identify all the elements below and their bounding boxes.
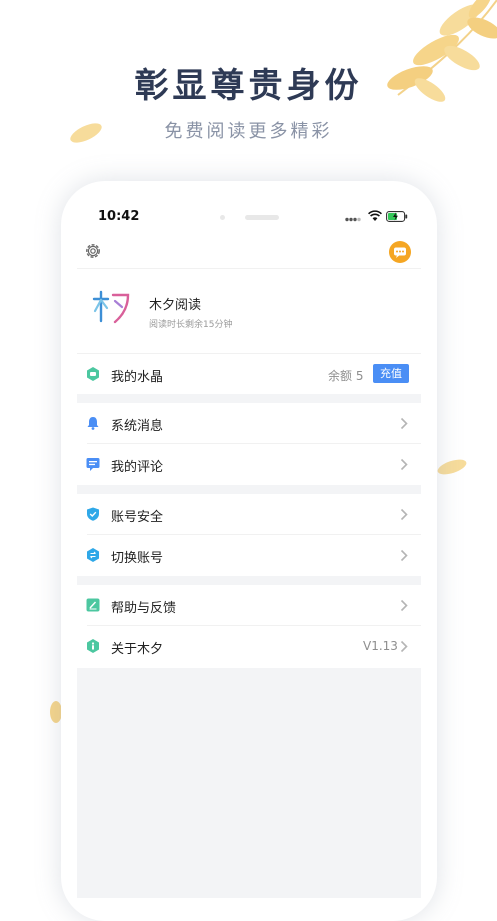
switch-account-icon: [87, 548, 99, 562]
reading-time-remaining: 阅读时长剩余15分钟: [149, 320, 233, 330]
status-bar: 10:42: [77, 198, 421, 234]
system-messages-row[interactable]: 系统消息: [77, 403, 421, 443]
speaker-bar: [245, 215, 279, 220]
chat-bubble-icon[interactable]: [388, 240, 412, 264]
about-info-icon: [87, 639, 99, 653]
chevron-right-icon: [400, 549, 408, 562]
system-messages-label: 系统消息: [111, 419, 164, 434]
chevron-right-icon: [400, 599, 408, 612]
about-row[interactable]: 关于木夕 V1.13: [77, 626, 421, 666]
chevron-right-icon: [400, 458, 408, 471]
promo-headline: 彰显尊贵身份: [134, 66, 363, 106]
chevron-right-icon: [400, 508, 408, 521]
account-security-row[interactable]: 账号安全: [77, 494, 421, 534]
crystal-balance: 余额 5: [328, 369, 364, 383]
recharge-button[interactable]: 充值: [373, 364, 409, 383]
help-feedback-label: 帮助与反馈: [111, 601, 177, 616]
bell-icon: [87, 417, 99, 430]
profile-card[interactable]: 木夕阅读 阅读时长剩余15分钟: [77, 269, 421, 354]
profile-name: 木夕阅读: [149, 298, 202, 313]
gear-icon[interactable]: [83, 241, 103, 261]
my-comments-row[interactable]: 我的评论: [77, 444, 421, 484]
status-time: 10:42: [98, 209, 140, 224]
my-crystals-label: 我的水晶: [111, 370, 164, 385]
switch-account-label: 切换账号: [111, 551, 164, 566]
signal-icon: [345, 217, 361, 222]
section-gap: [77, 394, 421, 403]
leaf-right-icon: [437, 459, 467, 475]
app-screen: 10:42 木夕阅读 阅读时长剩余15分钟 我的水晶 余额 5 充值 系统消息 …: [77, 198, 421, 898]
comment-icon: [86, 458, 100, 471]
edit-feedback-icon: [86, 598, 100, 612]
camera-dot: [220, 215, 225, 220]
crystal-icon: [87, 367, 99, 381]
wifi-icon: [368, 210, 382, 221]
app-logo-icon: [92, 290, 130, 324]
empty-area: [77, 668, 421, 898]
my-crystals-row[interactable]: 我的水晶 余额 5 充值: [77, 354, 421, 394]
help-feedback-row[interactable]: 帮助与反馈: [77, 585, 421, 625]
chevron-right-icon: [400, 640, 408, 653]
shield-icon: [87, 507, 99, 521]
switch-account-row[interactable]: 切换账号: [77, 535, 421, 575]
section-gap: [77, 576, 421, 585]
chevron-right-icon: [400, 417, 408, 430]
about-label: 关于木夕: [111, 642, 164, 657]
app-version: V1.13: [363, 639, 398, 653]
my-comments-label: 我的评论: [111, 460, 164, 475]
promo-subline: 免费阅读更多精彩: [164, 121, 333, 142]
top-bar: [77, 238, 421, 269]
account-security-label: 账号安全: [111, 510, 164, 525]
battery-charging-icon: [386, 211, 408, 222]
section-gap: [77, 485, 421, 494]
